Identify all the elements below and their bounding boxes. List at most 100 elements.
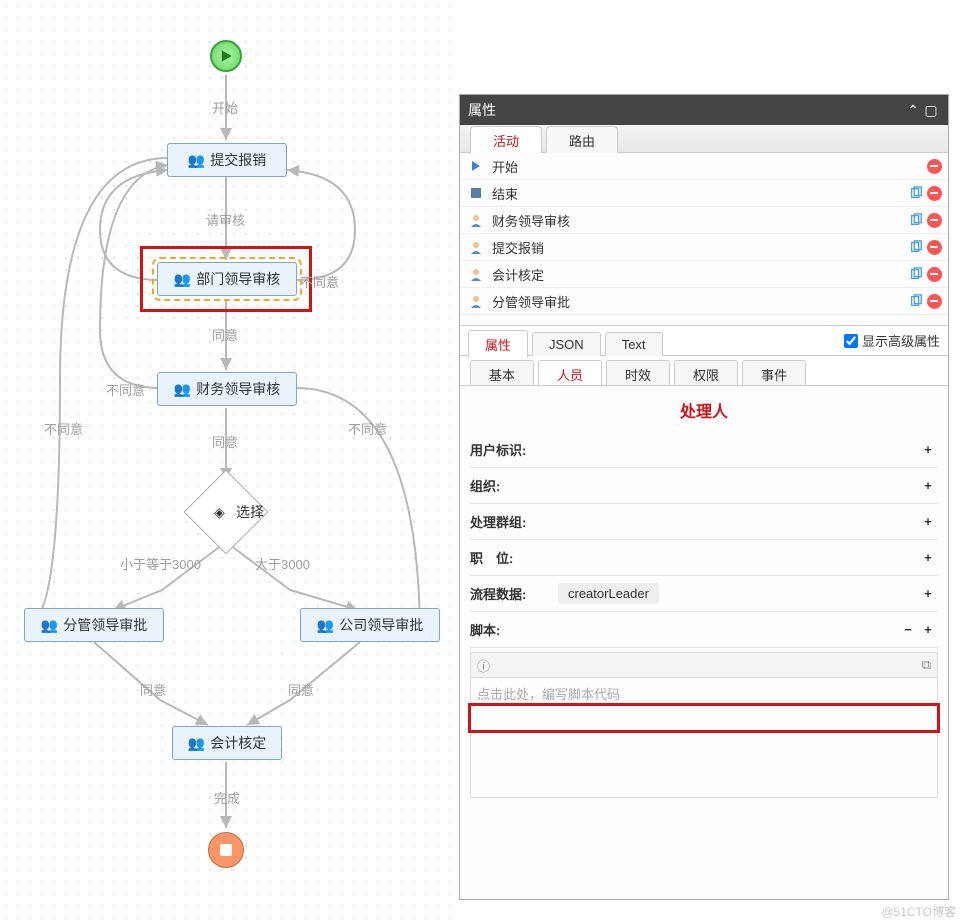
tab-props[interactable]: 属性 xyxy=(468,330,528,358)
property-row: 流程数据:creatorLeader+ xyxy=(470,576,938,612)
delete-icon[interactable] xyxy=(926,212,942,228)
end-node[interactable] xyxy=(208,832,244,868)
detail-tab[interactable]: 人员 xyxy=(538,360,602,385)
tab-text[interactable]: Text xyxy=(605,332,663,356)
activity-row[interactable]: 提交报销 xyxy=(460,234,948,261)
prop-key: 组织: xyxy=(470,476,558,495)
node-label: 分管领导审批 xyxy=(63,615,147,635)
delete-icon[interactable] xyxy=(926,266,942,282)
delete-icon[interactable] xyxy=(926,185,942,201)
activity-type-icon xyxy=(466,240,486,254)
prop-key: 流程数据: xyxy=(470,584,558,603)
activity-type-icon xyxy=(466,294,486,308)
detail-tab[interactable]: 事件 xyxy=(742,360,806,385)
activity-name: 结束 xyxy=(486,184,908,203)
property-row: 职 位: + xyxy=(470,540,938,576)
script-placeholder: 点击此处，编写脚本代码 xyxy=(477,687,620,702)
activity-row[interactable]: 财务领导审核 xyxy=(460,207,948,234)
tab-json[interactable]: JSON xyxy=(532,332,601,356)
add-button[interactable]: + xyxy=(918,514,938,529)
edge-label-start: 开始 xyxy=(212,98,238,117)
copy-icon[interactable] xyxy=(908,266,924,282)
add-button[interactable]: + xyxy=(918,550,938,565)
add-button[interactable]: + xyxy=(918,442,938,457)
add-button[interactable]: + xyxy=(918,586,938,601)
remove-button[interactable]: − xyxy=(898,622,918,637)
user-icon: 👥 xyxy=(174,271,191,288)
prop-key: 处理群组: xyxy=(470,512,558,531)
node-submit[interactable]: 👥 提交报销 xyxy=(167,143,287,177)
user-icon: 👥 xyxy=(174,381,191,398)
panel-header: 属性 ⌃ ▢ xyxy=(460,95,948,125)
activity-type-icon xyxy=(466,187,486,199)
detail-tab[interactable]: 基本 xyxy=(470,360,534,385)
node-branch-right[interactable]: 👥 公司领导审批 xyxy=(300,608,440,642)
tab-route[interactable]: 路由 xyxy=(546,126,618,153)
copy-icon[interactable] xyxy=(908,293,924,309)
node-label: 部门领导审核 xyxy=(196,269,280,289)
edge-label: 同意 xyxy=(140,680,166,699)
prop-value[interactable]: creatorLeader xyxy=(558,583,918,604)
property-row: 脚本:−+ xyxy=(470,612,938,648)
node-choice[interactable]: ◈ 选择 xyxy=(166,482,286,542)
delete-icon[interactable] xyxy=(926,293,942,309)
node-label: 会计核定 xyxy=(210,733,266,753)
delete-icon[interactable] xyxy=(926,158,942,174)
maximize-script-icon[interactable]: ⧉ xyxy=(922,657,931,673)
user-icon: 👥 xyxy=(188,735,205,752)
activity-row[interactable]: 开始 xyxy=(460,153,948,180)
script-editor[interactable]: 点击此处，编写脚本代码 xyxy=(470,678,938,798)
add-button[interactable]: + xyxy=(918,622,938,637)
node-finance[interactable]: 👥 财务领导审核 xyxy=(157,372,297,406)
prop-key: 用户标识: xyxy=(470,440,558,459)
edge-label: 不同意 xyxy=(348,419,387,438)
property-row: 用户标识: + xyxy=(470,432,938,468)
flow-edges xyxy=(0,0,455,922)
start-node[interactable] xyxy=(210,40,242,72)
property-row: 组织: + xyxy=(470,468,938,504)
copy-icon[interactable] xyxy=(908,239,924,255)
copy-icon[interactable] xyxy=(908,185,924,201)
copy-icon[interactable] xyxy=(908,212,924,228)
detail-tab[interactable]: 时效 xyxy=(606,360,670,385)
activity-name: 会计核定 xyxy=(486,265,908,284)
delete-icon[interactable] xyxy=(926,239,942,255)
edge-label: 同意 xyxy=(288,680,314,699)
user-icon: 👥 xyxy=(317,617,334,634)
properties-panel: 属性 ⌃ ▢ 活动 路由 开始结束财务领导审核提交报销会计核定分管领导审批 属性… xyxy=(459,94,949,900)
top-level-tabs: 活动 路由 xyxy=(460,125,948,153)
tab-activity[interactable]: 活动 xyxy=(470,126,542,153)
node-branch-left[interactable]: 👥 分管领导审批 xyxy=(24,608,164,642)
node-label: 财务领导审核 xyxy=(196,379,280,399)
panel-title: 属性 xyxy=(468,100,496,120)
edge-label: 不同意 xyxy=(44,419,83,438)
node-dept[interactable]: 👥 部门领导审核 xyxy=(157,262,297,296)
property-row: 处理群组: + xyxy=(470,504,938,540)
user-icon: 👥 xyxy=(188,152,205,169)
activity-row[interactable]: 结束 xyxy=(460,180,948,207)
activity-row[interactable]: 会计核定 xyxy=(460,261,948,288)
detail-tab[interactable]: 权限 xyxy=(674,360,738,385)
activity-list[interactable]: 开始结束财务领导审核提交报销会计核定分管领导审批 xyxy=(460,153,948,326)
node-label: 选择 xyxy=(236,502,264,522)
detail-tabs: 基本人员时效权限事件 xyxy=(460,356,948,386)
add-button[interactable]: + xyxy=(918,478,938,493)
advanced-label: 显示高级属性 xyxy=(862,331,940,350)
info-icon[interactable]: ⓘ xyxy=(477,656,490,675)
prop-key: 职 位: xyxy=(470,548,558,567)
node-label: 提交报销 xyxy=(210,150,266,170)
show-advanced-checkbox[interactable]: 显示高级属性 xyxy=(844,331,940,350)
edge-label: 完成 xyxy=(214,788,240,807)
edge-label: 不同意 xyxy=(106,380,145,399)
advanced-checkbox-input[interactable] xyxy=(844,334,858,348)
section-title: 处理人 xyxy=(470,392,938,432)
node-account[interactable]: 👥 会计核定 xyxy=(172,726,282,760)
node-label: 公司领导审批 xyxy=(339,615,423,635)
maximize-icon[interactable]: ▢ xyxy=(922,102,940,119)
activity-row[interactable]: 分管领导审批 xyxy=(460,288,948,315)
activity-name: 提交报销 xyxy=(486,238,908,257)
flow-canvas[interactable]: 开始 👥 提交报销 请审核 👥 部门领导审核 不同意 同意 不同意 👥 财务领导… xyxy=(0,0,455,922)
collapse-icon[interactable]: ⌃ xyxy=(904,102,922,119)
edge-label: 请审核 xyxy=(206,210,245,229)
script-toolbar: ⓘ ⧉ xyxy=(470,652,938,678)
